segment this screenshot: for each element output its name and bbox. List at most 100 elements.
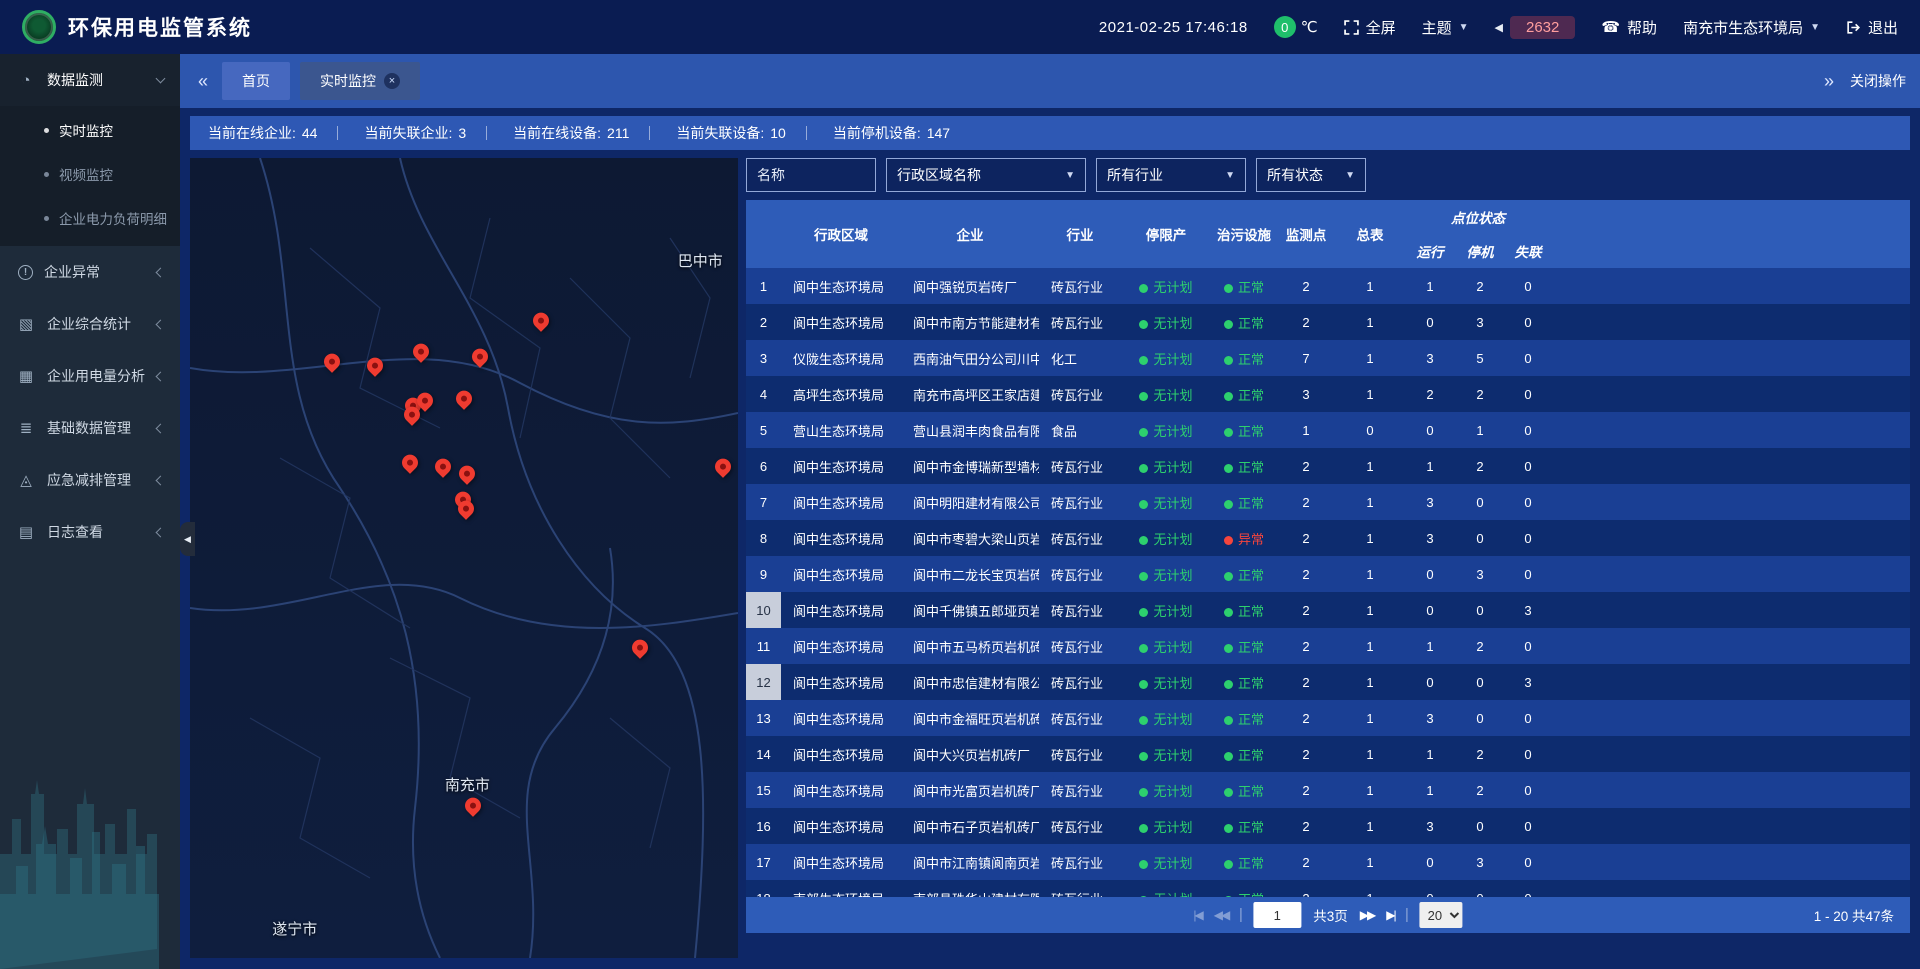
table-row[interactable]: 14 阆中生态环境局 阆中大兴页岩机砖厂 砖瓦行业 无计划 正常 2 1 1 bbox=[746, 736, 1910, 772]
status-dot bbox=[1224, 644, 1233, 653]
cell-facility: 正常 bbox=[1211, 412, 1277, 448]
fullscreen-button[interactable]: 全屏 bbox=[1344, 17, 1396, 38]
table-row[interactable]: 1 阆中生态环境局 阆中强锐页岩砖厂 砖瓦行业 无计划 正常 2 1 1 2 bbox=[746, 268, 1910, 304]
chevron-down-icon: ▼ bbox=[1225, 170, 1235, 181]
table-row[interactable]: 13 阆中生态环境局 阆中市金福旺页岩机砖 砖瓦行业 无计划 正常 2 1 3 bbox=[746, 700, 1910, 736]
cell-run: 1 bbox=[1405, 736, 1455, 772]
cell-industry: 砖瓦行业 bbox=[1039, 592, 1121, 628]
page-size-select[interactable]: 20 bbox=[1420, 902, 1463, 928]
sidebar-section-logs[interactable]: ▤ 日志查看 bbox=[0, 506, 180, 558]
scroll-tabs-right-button[interactable]: » bbox=[1820, 71, 1838, 92]
status-dot bbox=[1139, 860, 1148, 869]
scroll-tabs-left-button[interactable]: « bbox=[194, 71, 212, 92]
cell-limit: 无计划 bbox=[1121, 340, 1211, 376]
datetime-label: 2021-02-25 17:46:18 bbox=[1099, 19, 1248, 36]
sidebar-item-video-monitor[interactable]: 视频监控 bbox=[0, 152, 180, 196]
table-row[interactable]: 15 阆中生态环境局 阆中市光富页岩机砖厂 砖瓦行业 无计划 正常 2 1 1 bbox=[746, 772, 1910, 808]
theme-dropdown[interactable]: 主题 ▼ bbox=[1422, 17, 1469, 38]
cell-facility: 正常 bbox=[1211, 844, 1277, 880]
sidebar-collapse-handle[interactable]: ◀ bbox=[180, 522, 195, 556]
stat-label: 当前在线设备: bbox=[513, 123, 601, 143]
table-row[interactable]: 8 阆中生态环境局 阆中市枣碧大梁山页岩 砖瓦行业 无计划 异常 2 1 3 bbox=[746, 520, 1910, 556]
cell-stop: 0 bbox=[1455, 592, 1505, 628]
sidebar-item-realtime-monitor[interactable]: 实时监控 bbox=[0, 108, 180, 152]
status-dot bbox=[1139, 464, 1148, 473]
cell-enterprise: 阆中市光富页岩机砖厂 bbox=[901, 772, 1039, 808]
table-row[interactable]: 10 阆中生态环境局 阆中千佛镇五郎垭页岩 砖瓦行业 无计划 正常 2 1 0 bbox=[746, 592, 1910, 628]
cell-enterprise: 阆中市南方节能建材有 bbox=[901, 304, 1039, 340]
table-row[interactable]: 16 阆中生态环境局 阆中市石子页岩机砖厂 砖瓦行业 无计划 正常 2 1 3 bbox=[746, 808, 1910, 844]
page-input[interactable] bbox=[1253, 902, 1301, 928]
cell-facility: 正常 bbox=[1211, 880, 1277, 897]
table-row[interactable]: 5 营山生态环境局 营山县润丰肉食品有限 食品 无计划 正常 1 0 0 1 bbox=[746, 412, 1910, 448]
status-dot bbox=[1139, 716, 1148, 725]
sidebar-section-enterprise-stats[interactable]: ▧ 企业综合统计 bbox=[0, 298, 180, 350]
status-dot bbox=[1224, 464, 1233, 473]
cell-enterprise: 阆中市忠信建材有限公 bbox=[901, 664, 1039, 700]
org-dropdown[interactable]: 南充市生态环境局 ▼ bbox=[1683, 17, 1820, 38]
cell-filler bbox=[1551, 664, 1910, 700]
cell-filler bbox=[1551, 448, 1910, 484]
cell-facility: 正常 bbox=[1211, 700, 1277, 736]
table-row[interactable]: 7 阆中生态环境局 阆中明阳建材有限公司 砖瓦行业 无计划 正常 2 1 3 bbox=[746, 484, 1910, 520]
sidebar-section-data-monitoring[interactable]: ◔ 数据监测 bbox=[0, 54, 180, 106]
cell-stop: 2 bbox=[1455, 736, 1505, 772]
stat-value: 10 bbox=[770, 125, 786, 141]
sidebar-section-power-analysis[interactable]: ▦ 企业用电量分析 bbox=[0, 350, 180, 402]
table-row[interactable]: 17 阆中生态环境局 阆中市江南镇阆南页岩 砖瓦行业 无计划 正常 2 1 0 bbox=[746, 844, 1910, 880]
table-row[interactable]: 9 阆中生态环境局 阆中市二龙长宝页岩砖 砖瓦行业 无计划 正常 2 1 0 bbox=[746, 556, 1910, 592]
table-row[interactable]: 6 阆中生态环境局 阆中市金博瑞新型墙材 砖瓦行业 无计划 正常 2 1 1 bbox=[746, 448, 1910, 484]
sidebar-item-power-load-detail[interactable]: 企业电力负荷明细 bbox=[0, 196, 180, 240]
map-city-label: 巴中市 bbox=[678, 250, 723, 271]
row-index: 14 bbox=[746, 736, 781, 772]
table-row[interactable]: 11 阆中生态环境局 阆中市五马桥页岩机砖 砖瓦行业 无计划 正常 2 1 1 bbox=[746, 628, 1910, 664]
industry-filter-select[interactable]: 所有行业 ▼ bbox=[1096, 158, 1246, 192]
cell-region: 南部生态环境局 bbox=[781, 880, 901, 897]
table-row[interactable]: 2 阆中生态环境局 阆中市南方节能建材有 砖瓦行业 无计划 正常 2 1 0 bbox=[746, 304, 1910, 340]
cell-lost: 0 bbox=[1505, 808, 1551, 844]
status-filter-select[interactable]: 所有状态 ▼ bbox=[1256, 158, 1366, 192]
next-page-button[interactable]: ▶▶ bbox=[1360, 908, 1374, 922]
cell-total: 1 bbox=[1335, 700, 1405, 736]
close-operations-dropdown[interactable]: 关闭操作 bbox=[1850, 71, 1906, 91]
cell-enterprise: 阆中市五马桥页岩机砖 bbox=[901, 628, 1039, 664]
prev-page-button[interactable]: ◀◀ bbox=[1214, 908, 1228, 922]
topbar: 环保用电监管系统 2021-02-25 17:46:18 0 ℃ 全屏 主题 ▼… bbox=[0, 0, 1920, 54]
cell-limit: 无计划 bbox=[1121, 484, 1211, 520]
cell-limit: 无计划 bbox=[1121, 736, 1211, 772]
cell-enterprise: 阆中市金福旺页岩机砖 bbox=[901, 700, 1039, 736]
cell-stop: 2 bbox=[1455, 772, 1505, 808]
alert-indicator[interactable]: ◀ 2632 bbox=[1495, 16, 1576, 39]
close-icon[interactable]: × bbox=[384, 73, 400, 89]
cell-run: 0 bbox=[1405, 844, 1455, 880]
cell-monitor: 3 bbox=[1277, 376, 1335, 412]
sidebar-section-enterprise-abnormal[interactable]: ! 企业异常 bbox=[0, 246, 180, 298]
first-page-button[interactable]: |◀ bbox=[1193, 908, 1201, 922]
header-region: 行政区域 bbox=[781, 200, 901, 268]
region-filter-select[interactable]: 行政区域名称 ▼ bbox=[886, 158, 1086, 192]
temperature-indicator: 0 ℃ bbox=[1274, 16, 1318, 38]
chevron-left-icon bbox=[156, 371, 166, 381]
help-button[interactable]: ☎ 帮助 bbox=[1601, 17, 1657, 38]
map-panel[interactable]: 巴中市 南充市 遂宁市 bbox=[190, 158, 738, 958]
last-page-button[interactable]: ▶| bbox=[1386, 908, 1394, 922]
table-row[interactable]: 18 南部生态环境局 南部县珠华山建材有限 砖瓦行业 无计划 正常 2 1 0 bbox=[746, 880, 1910, 897]
status-dot bbox=[1139, 356, 1148, 365]
stat-value: 211 bbox=[607, 125, 629, 141]
logout-button[interactable]: 退出 bbox=[1846, 17, 1898, 38]
fullscreen-icon bbox=[1344, 20, 1359, 35]
table-row[interactable]: 4 高坪生态环境局 南充市高坪区王家店建 砖瓦行业 无计划 正常 3 1 2 bbox=[746, 376, 1910, 412]
tab-realtime-monitor[interactable]: 实时监控 × bbox=[300, 62, 420, 100]
sidebar-section-base-data[interactable]: ≣ 基础数据管理 bbox=[0, 402, 180, 454]
cell-total: 1 bbox=[1335, 268, 1405, 304]
table-row[interactable]: 3 仪陇生态环境局 西南油气田分公司川中 化工 无计划 正常 7 1 3 5 bbox=[746, 340, 1910, 376]
alert-circle-icon: ! bbox=[18, 265, 33, 280]
table-row[interactable]: 12 阆中生态环境局 阆中市忠信建材有限公 砖瓦行业 无计划 正常 2 1 0 bbox=[746, 664, 1910, 700]
name-filter-input[interactable] bbox=[757, 167, 865, 183]
sidebar-section-emergency[interactable]: ◬ 应急减排管理 bbox=[0, 454, 180, 506]
sidebar-submenu: 实时监控 视频监控 企业电力负荷明细 bbox=[0, 106, 180, 246]
row-index: 2 bbox=[746, 304, 781, 340]
cell-enterprise: 阆中市金博瑞新型墙材 bbox=[901, 448, 1039, 484]
cell-filler bbox=[1551, 556, 1910, 592]
tab-home[interactable]: 首页 bbox=[222, 62, 290, 100]
